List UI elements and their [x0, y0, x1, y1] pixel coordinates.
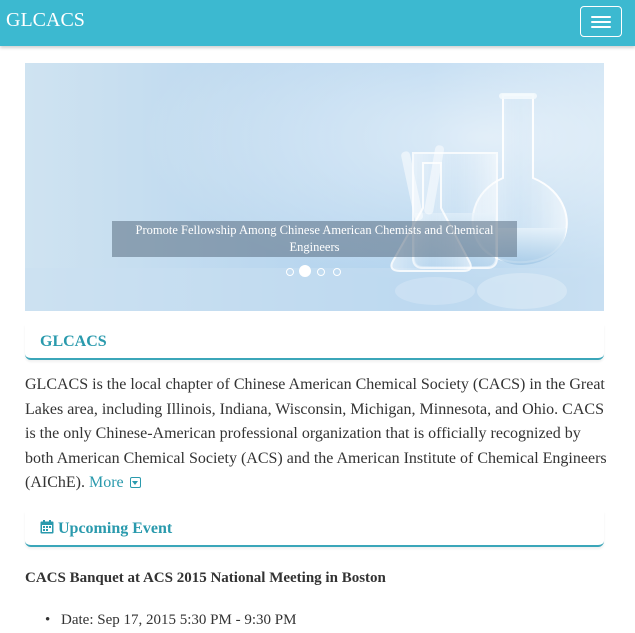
- event-detail-date: Date: Sep 17, 2015 5:30 PM - 9:30 PM: [37, 612, 296, 629]
- carousel-indicators: [286, 265, 346, 279]
- brand-logo[interactable]: GLCACS: [6, 9, 85, 32]
- about-heading: GLCACS: [40, 333, 107, 350]
- events-heading: Upcoming Event: [58, 520, 173, 537]
- event-title[interactable]: CACS Banquet at ACS 2015 National Meetin…: [25, 570, 386, 587]
- calendar-icon: [40, 520, 54, 534]
- menu-toggle-button[interactable]: [580, 6, 622, 37]
- carousel-indicator-active[interactable]: [299, 265, 311, 277]
- chevron-down-square-icon: [129, 477, 141, 488]
- events-panel-heading: Upcoming Event: [25, 511, 604, 547]
- events-heading-wrap: Upcoming Event: [40, 520, 172, 538]
- menu-icon: [591, 16, 611, 18]
- more-label: More: [88, 474, 124, 491]
- carousel-indicator[interactable]: [333, 268, 341, 276]
- about-description: GLCACS is the local chapter of Chinese A…: [25, 373, 610, 496]
- more-link[interactable]: More: [89, 474, 141, 491]
- carousel-indicator[interactable]: [286, 268, 294, 276]
- carousel-caption: Promote Fellowship Among Chinese America…: [112, 221, 517, 257]
- event-date-text: Date: Sep 17, 2015 5:30 PM - 9:30 PM: [61, 612, 297, 628]
- menu-icon-bar: [591, 26, 611, 28]
- carousel-indicator[interactable]: [317, 268, 325, 276]
- hero-carousel[interactable]: Promote Fellowship Among Chinese America…: [25, 63, 604, 311]
- event-details-list: Date: Sep 17, 2015 5:30 PM - 9:30 PM: [37, 612, 296, 629]
- about-panel-heading: GLCACS: [25, 324, 604, 360]
- menu-icon-bar: [591, 21, 611, 23]
- top-navbar: GLCACS: [0, 0, 635, 46]
